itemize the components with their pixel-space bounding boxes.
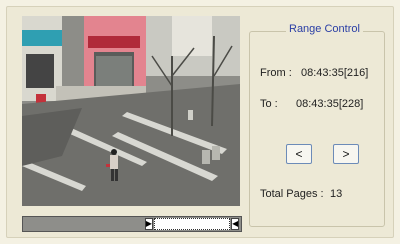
- timeline-range-window[interactable]: [153, 218, 231, 230]
- play-left-icon[interactable]: ◀: [231, 218, 240, 230]
- from-value: 08:43:35[216]: [301, 67, 369, 79]
- from-label: From :: [260, 67, 292, 79]
- next-button[interactable]: >: [333, 144, 359, 164]
- range-control-title: Range Control: [286, 23, 363, 35]
- video-image: [22, 16, 240, 206]
- previous-button[interactable]: <: [286, 144, 312, 164]
- to-value: 08:43:35[228]: [296, 98, 364, 110]
- to-label: To :: [260, 98, 278, 110]
- total-pages-label: Total Pages :: [260, 188, 324, 200]
- total-pages-value: 13: [330, 188, 343, 200]
- play-right-icon[interactable]: ▶: [144, 218, 153, 230]
- video-frame: [22, 16, 240, 206]
- timeline-scrubber[interactable]: ▶ ◀: [22, 216, 242, 232]
